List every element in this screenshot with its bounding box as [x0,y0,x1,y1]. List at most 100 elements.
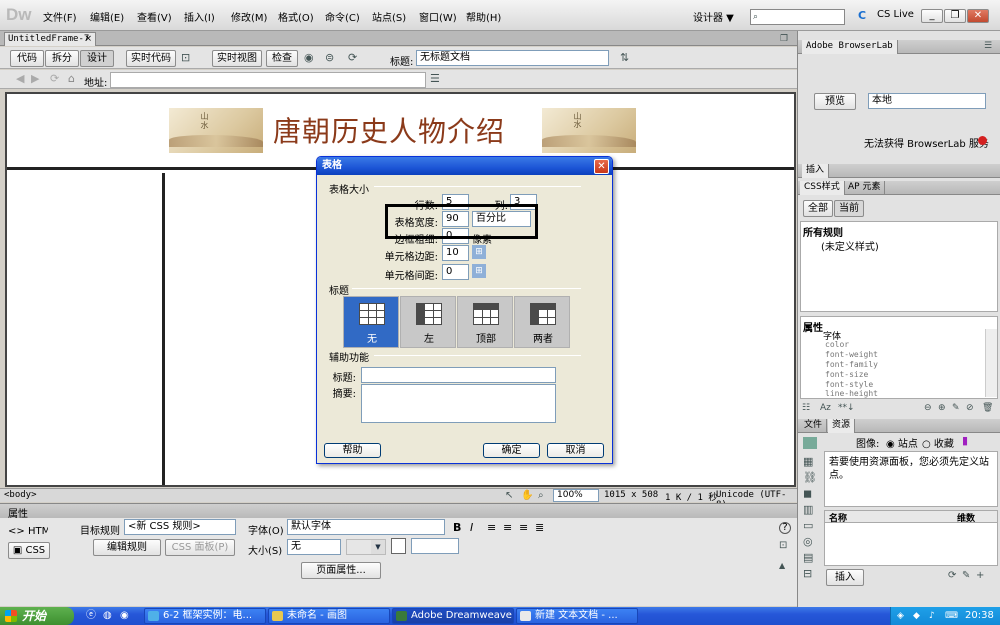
edit-asset-icon[interactable]: ✎ [962,569,970,583]
assets-flash-icon[interactable]: ◼ [803,487,812,501]
align-right-icon[interactable]: ≡ [519,521,528,535]
css-prop-font-size[interactable]: font-size [825,370,868,379]
bold-icon[interactable]: B [453,521,461,535]
quick-tag-icon[interactable]: ⊡ [779,539,787,553]
refresh-design-icon[interactable]: ⟳ [348,51,357,65]
search-input[interactable]: ⌕ [750,9,845,25]
menu-modify[interactable]: 修改(M) [231,9,267,24]
menu-insert[interactable]: 插入(I) [184,9,215,24]
current-rules-tab[interactable]: 当前 [834,200,864,217]
quicklaunch-chrome-icon[interactable]: ◍ [103,609,112,623]
quicklaunch-ie-icon[interactable]: ⓔ [86,609,96,623]
cancel-button[interactable]: 取消 [547,443,604,458]
inspect-button[interactable]: 检查 [266,50,298,67]
split-view-button[interactable]: 拆分 [45,50,79,67]
help-icon[interactable]: ? [779,522,791,534]
header-top-option[interactable]: 顶部 [457,296,513,348]
cell-padding-input[interactable]: 10 [442,245,469,261]
zoom-tool-icon[interactable]: ⌕ [538,489,544,503]
browserlab-tab[interactable]: Adobe BrowserLab [802,40,898,54]
size-unit-select[interactable]: ▼ [346,539,386,555]
css-prop-line-height[interactable]: line-height [825,389,878,398]
dialog-close-button[interactable]: ✕ [594,159,609,174]
file-management-icon[interactable]: ⇅ [620,51,629,65]
workspace-switcher[interactable]: 设计器 ▼ [693,9,734,24]
italic-icon[interactable]: I [470,521,473,535]
back-icon[interactable]: ◀ [16,72,24,86]
font-select[interactable]: 默认字体 [287,519,445,535]
summary-textarea[interactable] [361,384,556,423]
title-input[interactable]: 无标题文档 [416,50,609,66]
favorites-radio[interactable]: ○ 收藏 [922,435,954,450]
select-tool-icon[interactable]: ↖ [505,489,513,503]
menu-file[interactable]: 文件(F) [43,9,77,24]
css-prop-font-weight[interactable]: font-weight [825,350,878,359]
clock[interactable]: 20:38 [965,610,994,621]
task-notepad[interactable]: 新建 文本文档 - ... [516,608,638,624]
minimize-button[interactable]: _ [921,9,943,23]
css-prop-font-family[interactable]: font-family [825,360,878,369]
menu-window[interactable]: 窗口(W) [419,9,457,24]
menu-edit[interactable]: 编辑(E) [90,9,124,24]
all-rules-tab[interactable]: 全部 [803,200,833,217]
menu-help[interactable]: 帮助(H) [466,9,501,24]
new-rule-icon[interactable]: ⊕ [938,401,946,415]
menu-format[interactable]: 格式(O) [278,9,314,24]
assets-tab[interactable]: 资源 [828,419,856,433]
header-none-option[interactable]: 无 [343,296,399,348]
reload-icon[interactable]: ⟳ [50,72,59,86]
assets-library-icon[interactable]: ⊟ [803,567,812,581]
edit-rule-icon[interactable]: ✎ [952,401,960,415]
globe-icon[interactable]: ◉ [304,51,314,65]
menu-commands[interactable]: 命令(C) [325,9,360,24]
assets-templates-icon[interactable]: ▤ [803,551,813,565]
restore-doc-icon[interactable]: ❐ [780,32,788,46]
dialog-titlebar[interactable]: 表格 [317,157,612,175]
cell-spacing-input[interactable]: 0 [442,264,469,280]
code-view-button[interactable]: 代码 [10,50,44,67]
start-button[interactable]: 开始 [0,607,74,625]
forward-icon[interactable]: ▶ [31,72,39,86]
css-prop-color[interactable]: color [825,340,849,349]
assets-movies-icon[interactable]: ▭ [803,519,813,533]
assets-images-icon[interactable] [803,437,817,449]
home-icon[interactable]: ⌂ [68,72,75,86]
col-dims[interactable]: 维数 [957,511,975,524]
live-view-button[interactable]: 实时视图 [212,50,262,67]
css-prop-font-style[interactable]: font-style [825,380,873,389]
live-code-button[interactable]: 实时代码 [126,50,176,67]
menu-site[interactable]: 站点(S) [372,9,406,24]
task-frame-example[interactable]: 6-2 框架实例：电... [144,608,266,624]
rules-item[interactable]: (未定义样式) [821,238,879,253]
preview-button[interactable]: 预览 [814,93,856,110]
hand-tool-icon[interactable]: ✋ [521,489,533,503]
restore-button[interactable]: ❐ [944,9,966,23]
color-input[interactable] [411,538,459,554]
quicklaunch-web-icon[interactable]: ◉ [120,609,129,623]
insert-asset-button[interactable]: 插入 [826,569,864,586]
task-dreamweaver[interactable]: Adobe Dreamweave... [392,608,514,624]
help-button[interactable]: 帮助 [324,443,381,458]
ap-elements-tab[interactable]: AP 元素 [844,181,886,195]
document-tab[interactable]: UntitledFrame-7 × [4,32,96,46]
set-props-icon[interactable]: **↓ [838,401,855,415]
tray-ime-icon[interactable]: ⌨ [945,609,958,623]
close-tab-icon[interactable]: × [84,33,92,45]
size-select[interactable]: 无 [287,539,341,555]
collapse-arrow-icon[interactable]: ▲ [779,559,785,573]
attach-stylesheet-icon[interactable]: ⊖ [924,401,932,415]
size-unit-dropdown-icon[interactable]: ▼ [371,540,385,554]
caption-input[interactable] [361,367,556,383]
assets-colors-icon[interactable]: ▦ [803,455,813,469]
alpha-view-icon[interactable]: Az [820,401,831,415]
files-tab[interactable]: 文件 [800,419,828,433]
tray-volume-icon[interactable]: ♪ [929,609,935,623]
live-code-options-icon[interactable]: ⊡ [181,51,190,65]
header-both-option[interactable]: 两者 [514,296,570,348]
close-window-button[interactable]: ✕ [967,9,989,23]
tag-selector[interactable]: <body> [4,490,37,500]
address-input[interactable] [110,72,426,88]
target-rule-select[interactable]: <新 CSS 规则> [124,519,236,535]
menu-view[interactable]: 查看(V) [137,9,172,24]
add-favorite-icon[interactable]: + [976,569,984,583]
